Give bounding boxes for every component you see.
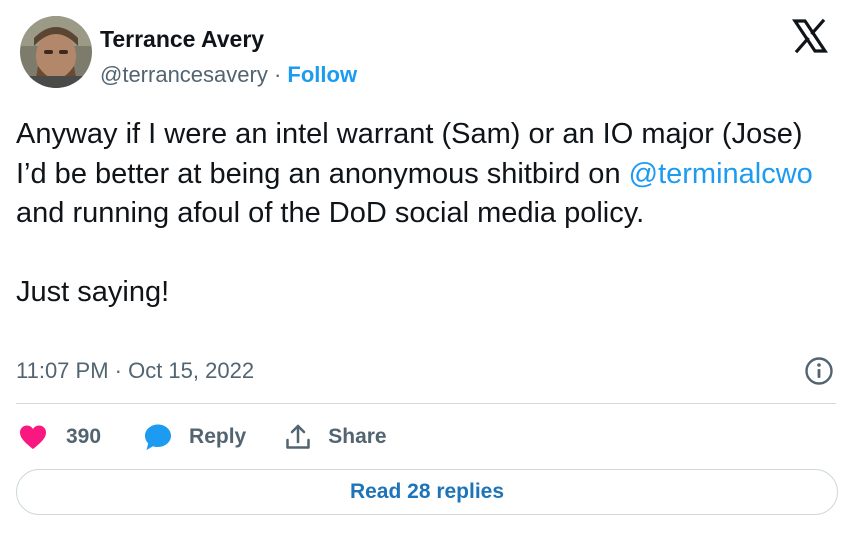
- action-bar: 390 Reply Share: [18, 420, 387, 454]
- tweet-text: Anyway if I were an intel warrant (Sam) …: [16, 115, 836, 313]
- reply-bubble-icon: [143, 422, 173, 452]
- like-button[interactable]: 390: [18, 423, 101, 451]
- x-logo-icon[interactable]: [792, 18, 828, 54]
- timestamp[interactable]: 11:07 PM · Oct 15, 2022: [16, 358, 254, 384]
- author-handle[interactable]: @terrancesavery: [100, 62, 268, 87]
- follow-button[interactable]: Follow: [287, 62, 357, 87]
- info-icon[interactable]: [804, 356, 834, 386]
- reply-button[interactable]: Reply: [143, 422, 246, 452]
- share-icon: [284, 423, 312, 451]
- author-name[interactable]: Terrance Avery: [100, 26, 264, 53]
- separator-dot: ·: [267, 62, 288, 87]
- heart-icon: [18, 423, 48, 451]
- share-label: Share: [328, 425, 387, 448]
- mention-link[interactable]: @terminalcwo: [629, 158, 813, 190]
- avatar[interactable]: [20, 16, 92, 88]
- divider: [16, 403, 836, 404]
- like-count: 390: [66, 425, 102, 448]
- share-button[interactable]: Share: [284, 423, 387, 451]
- author-handle-line: @terrancesavery · Follow: [100, 62, 357, 88]
- read-replies-button[interactable]: Read 28 replies: [16, 469, 838, 515]
- reply-label: Reply: [189, 425, 247, 448]
- avatar-image: [20, 16, 92, 88]
